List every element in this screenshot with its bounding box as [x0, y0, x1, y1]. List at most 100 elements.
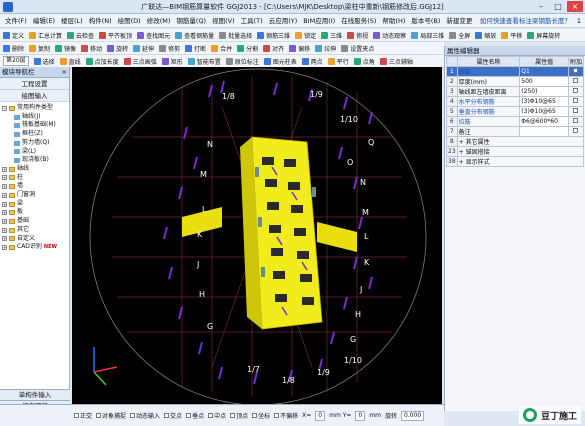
status-toggle[interactable]: 正交	[74, 411, 92, 420]
expand-icon[interactable]: +	[459, 159, 466, 166]
property-row[interactable]: 6 拉筋 Φ6@600*60	[446, 116, 585, 127]
close-icon[interactable]: ×	[62, 67, 67, 78]
expand-icon[interactable]: +	[2, 192, 7, 198]
edit-tool-button[interactable]: 延伸	[133, 44, 154, 53]
checkbox[interactable]	[573, 78, 579, 83]
tree-item[interactable]: + 板	[2, 208, 69, 217]
main-tool-button[interactable]: 汇总计算	[29, 31, 62, 40]
tree-item[interactable]: 框柱(Z)	[2, 130, 69, 139]
y-coordinate-input[interactable]: 0	[355, 410, 366, 421]
checkbox[interactable]	[573, 88, 579, 93]
expand-icon[interactable]: +	[2, 175, 7, 181]
menu-item[interactable]: 工具(T)	[238, 16, 266, 26]
status-toggle[interactable]: 坐标	[252, 411, 270, 420]
draw-tool-button[interactable]: 矩形	[161, 57, 183, 66]
axis-tool-button[interactable]: 平行	[327, 57, 349, 66]
expand-icon[interactable]: +	[459, 139, 466, 146]
menu-item[interactable]: 构件(N)	[86, 16, 115, 26]
checkbox[interactable]	[573, 128, 579, 133]
draw-tool-button[interactable]: 智能布置	[187, 57, 221, 66]
main-tool-button[interactable]: 俯视	[347, 31, 368, 40]
tree-item[interactable]: + 自定义	[2, 235, 69, 244]
tree-item[interactable]: 梁(L)	[2, 148, 69, 157]
minimize-icon[interactable]: –	[533, 1, 549, 12]
menu-item[interactable]: 绘图(D)	[115, 16, 144, 26]
property-row[interactable]: 5 垂直分布钢筋 (3)Φ10@65	[446, 106, 585, 117]
draw-tool-button[interactable]: 点加长度	[85, 57, 119, 66]
close-icon[interactable]: ×	[567, 1, 583, 12]
property-value[interactable]: (3)Φ10@65	[519, 106, 569, 117]
expand-icon[interactable]: +	[2, 227, 7, 233]
property-row[interactable]: 2 厚度(mm) 500	[446, 76, 585, 87]
menu-item[interactable]: 在线服务(S)	[338, 16, 379, 26]
menu-item[interactable]: 文件(F)	[2, 16, 30, 26]
status-toggle[interactable]: 垂点	[186, 411, 204, 420]
3d-viewport[interactable]: 1/8 1/9 1/10 1/7 1/8 1/9 1/10 N M L K J H G Q O N M L K J H G	[72, 67, 442, 404]
property-value[interactable]: 500	[519, 76, 569, 87]
axis-tool-button[interactable]: 三点辅轴	[379, 57, 413, 66]
main-tool-button[interactable]: 查找图元	[137, 31, 170, 40]
expand-icon[interactable]: +	[2, 236, 7, 242]
tree-item[interactable]: + 基础	[2, 217, 69, 226]
axis-tool-button[interactable]: 点角	[353, 57, 375, 66]
menu-item[interactable]: BIM应用(I)	[300, 16, 338, 26]
expand-icon[interactable]: +	[2, 184, 7, 190]
main-tool-button[interactable]: 平齐板顶	[99, 31, 132, 40]
property-value[interactable]: Φ6@600*60	[519, 116, 569, 127]
edit-tool-button[interactable]: 偏移	[289, 44, 310, 53]
main-tool-button[interactable]: 全屏	[449, 31, 470, 40]
floor-select[interactable]: 第20层	[3, 56, 29, 66]
edit-tool-button[interactable]: 镜像	[55, 44, 76, 53]
edit-tool-button[interactable]: 复制	[29, 44, 50, 53]
edit-tool-button[interactable]: 打断	[185, 44, 206, 53]
expand-icon[interactable]: +	[459, 149, 466, 156]
help-question-link[interactable]: 如何快速查看标注梁钢筋长度？	[480, 16, 571, 26]
tree-item[interactable]: + 墙	[2, 182, 69, 191]
main-tool-button[interactable]: 缩放	[475, 31, 496, 40]
expand-icon[interactable]: +	[2, 201, 7, 207]
tree-item[interactable]: + 梁	[2, 200, 69, 209]
property-row[interactable]: 23 + 锚固搭接	[446, 146, 585, 157]
checkbox[interactable]	[573, 98, 579, 103]
tree-item[interactable]: + 门窗洞	[2, 191, 69, 200]
main-tool-button[interactable]: 查看钢筋量	[175, 31, 214, 40]
draw-tool-button[interactable]: 直线	[59, 57, 81, 66]
property-row[interactable]: 7 备注	[446, 126, 585, 137]
tree-item[interactable]: + 柱	[2, 174, 69, 183]
menu-item[interactable]: 视图(V)	[209, 16, 238, 26]
tree-item[interactable]: 筏板基础(M)	[2, 121, 69, 130]
menu-item[interactable]: 新建变更	[443, 16, 475, 26]
project-settings-button[interactable]: 工程设置	[0, 78, 69, 90]
edit-tool-button[interactable]: 删除	[3, 44, 24, 53]
tree-item[interactable]: 现浇板(B)	[2, 156, 69, 165]
property-value[interactable]	[519, 126, 569, 137]
draw-tool-button[interactable]: 图元柱表	[263, 57, 297, 66]
expand-icon[interactable]: +	[2, 218, 7, 224]
main-tool-button[interactable]: 局部三维	[411, 31, 444, 40]
property-value[interactable]: (250)	[519, 86, 569, 97]
status-toggle[interactable]: 中点	[208, 411, 226, 420]
menu-item[interactable]: 编辑(E)	[30, 16, 58, 26]
main-tool-button[interactable]: 锁定	[295, 31, 316, 40]
tree-item[interactable]: − 常用构件类型	[2, 104, 69, 113]
draw-tool-button[interactable]: 选择	[33, 57, 55, 66]
model-canvas[interactable]: 1/8 1/9 1/10 1/7 1/8 1/9 1/10 N M L K J H G Q O N M L K J H G	[72, 67, 442, 404]
property-row[interactable]: 3 轴线距左墙皮距离 (250)	[446, 86, 585, 97]
menu-item[interactable]: 修改(M)	[144, 16, 174, 26]
edit-tool-button[interactable]: 对齐	[263, 44, 284, 53]
status-toggle[interactable]: 不偏移	[274, 411, 298, 420]
main-tool-button[interactable]: 云检查	[67, 31, 94, 40]
checkbox[interactable]	[573, 118, 579, 123]
main-tool-button[interactable]: 钢筋三维	[257, 31, 290, 40]
edit-tool-button[interactable]: 拉伸	[315, 44, 336, 53]
edit-tool-button[interactable]: 移动	[81, 44, 102, 53]
status-toggle[interactable]: 动态输入	[130, 411, 160, 420]
tree-item[interactable]: 剪力墙(Q)	[2, 139, 69, 148]
main-tool-button[interactable]: 定义	[3, 31, 24, 40]
main-tool-button[interactable]: 三维	[321, 31, 342, 40]
notification-count[interactable]: 1	[577, 16, 581, 26]
main-tool-button[interactable]: 动态观察	[373, 31, 406, 40]
checkbox[interactable]	[573, 68, 579, 73]
checkbox[interactable]	[573, 108, 579, 113]
property-row[interactable]: 38 + 显示样式	[446, 156, 585, 167]
